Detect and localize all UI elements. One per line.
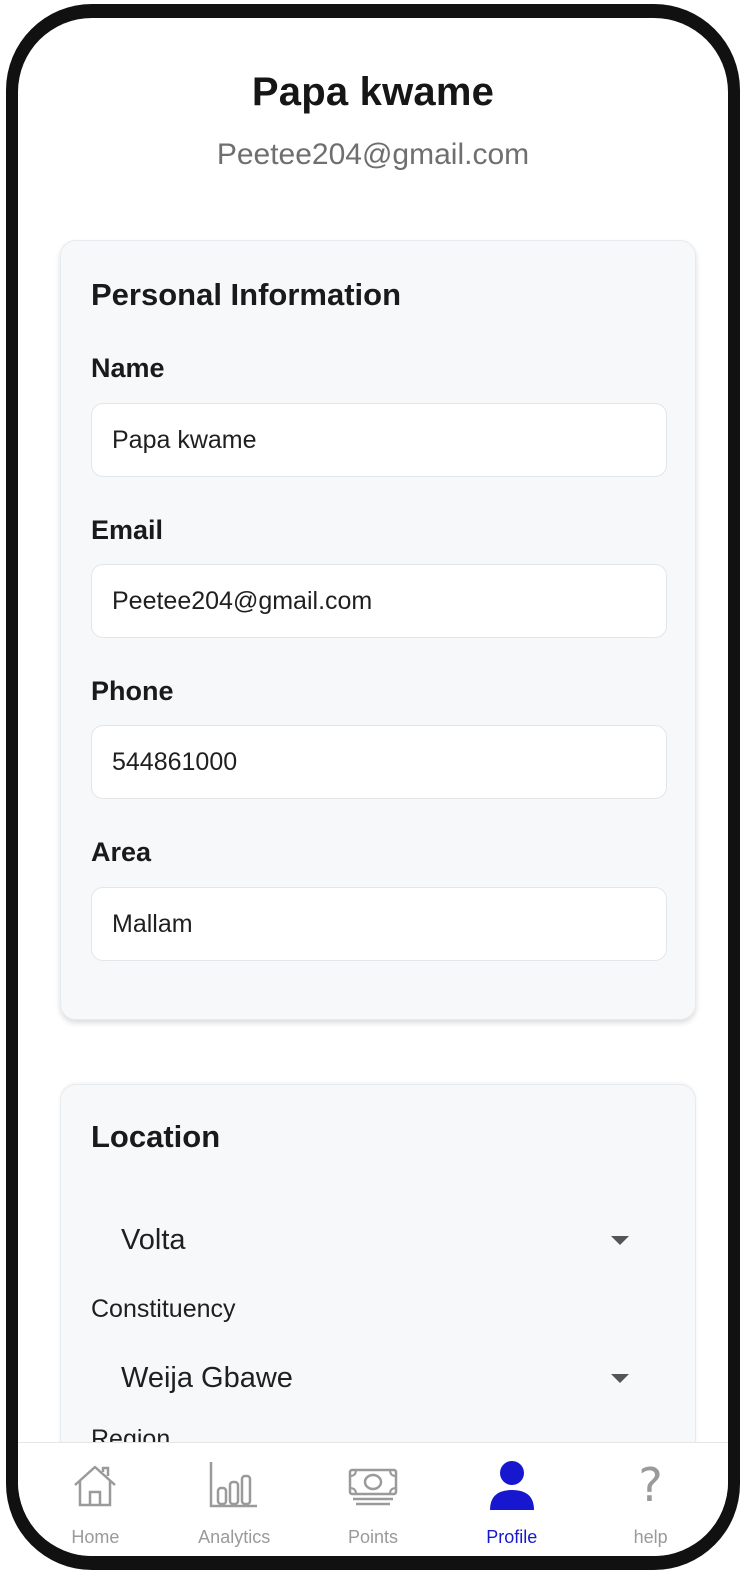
bar-chart-icon bbox=[206, 1457, 262, 1513]
nav-home-label: Home bbox=[71, 1527, 120, 1547]
nav-analytics[interactable]: Analytics bbox=[169, 1443, 299, 1556]
profile-email: Peetee204@gmail.com bbox=[216, 138, 530, 171]
nav-profile-label: Profile bbox=[486, 1527, 538, 1547]
profile-name: Papa kwame bbox=[251, 70, 495, 114]
bottom-nav: Home Analytics Points Profile ? help bbox=[18, 1442, 728, 1556]
region-select-value: Volta bbox=[121, 1223, 186, 1256]
region-select[interactable]: Volta bbox=[91, 1205, 667, 1275]
email-label: Email bbox=[91, 515, 164, 545]
person-icon bbox=[484, 1457, 540, 1513]
money-icon bbox=[345, 1457, 401, 1513]
area-label: Area bbox=[91, 837, 152, 867]
phone-label: Phone bbox=[91, 676, 174, 706]
location-card: Location Volta Constituency Weija Gbawe … bbox=[60, 1084, 696, 1504]
personal-info-card: Personal Information Name Papa kwame Ema… bbox=[60, 240, 696, 1020]
constituency-select-value: Weija Gbawe bbox=[121, 1361, 293, 1394]
personal-info-title: Personal Information bbox=[91, 277, 402, 312]
nav-analytics-label: Analytics bbox=[198, 1527, 271, 1547]
nav-home[interactable]: Home bbox=[30, 1443, 160, 1556]
phone-frame: Papa kwame Peetee204@gmail.com Personal … bbox=[6, 4, 740, 1570]
nav-points-label: Points bbox=[347, 1527, 398, 1547]
nav-points[interactable]: Points bbox=[308, 1443, 438, 1556]
name-label: Name bbox=[91, 353, 165, 383]
nav-help-label: help bbox=[633, 1527, 668, 1547]
question-icon: ? bbox=[638, 1458, 663, 1512]
chevron-down-icon bbox=[611, 1373, 629, 1383]
constituency-select[interactable]: Weija Gbawe bbox=[91, 1343, 667, 1413]
name-field[interactable]: Papa kwame bbox=[91, 403, 667, 477]
screen: Papa kwame Peetee204@gmail.com Personal … bbox=[18, 18, 728, 1556]
area-field[interactable]: Mallam bbox=[91, 887, 667, 961]
nav-help[interactable]: ? help bbox=[586, 1443, 716, 1556]
home-icon bbox=[67, 1457, 123, 1513]
nav-profile[interactable]: Profile bbox=[447, 1443, 577, 1556]
constituency-label: Constituency bbox=[91, 1295, 236, 1323]
location-title: Location bbox=[91, 1119, 221, 1154]
phone-field[interactable]: 544861000 bbox=[91, 725, 667, 799]
chevron-down-icon bbox=[611, 1235, 629, 1245]
email-field[interactable]: Peetee204@gmail.com bbox=[91, 564, 667, 638]
